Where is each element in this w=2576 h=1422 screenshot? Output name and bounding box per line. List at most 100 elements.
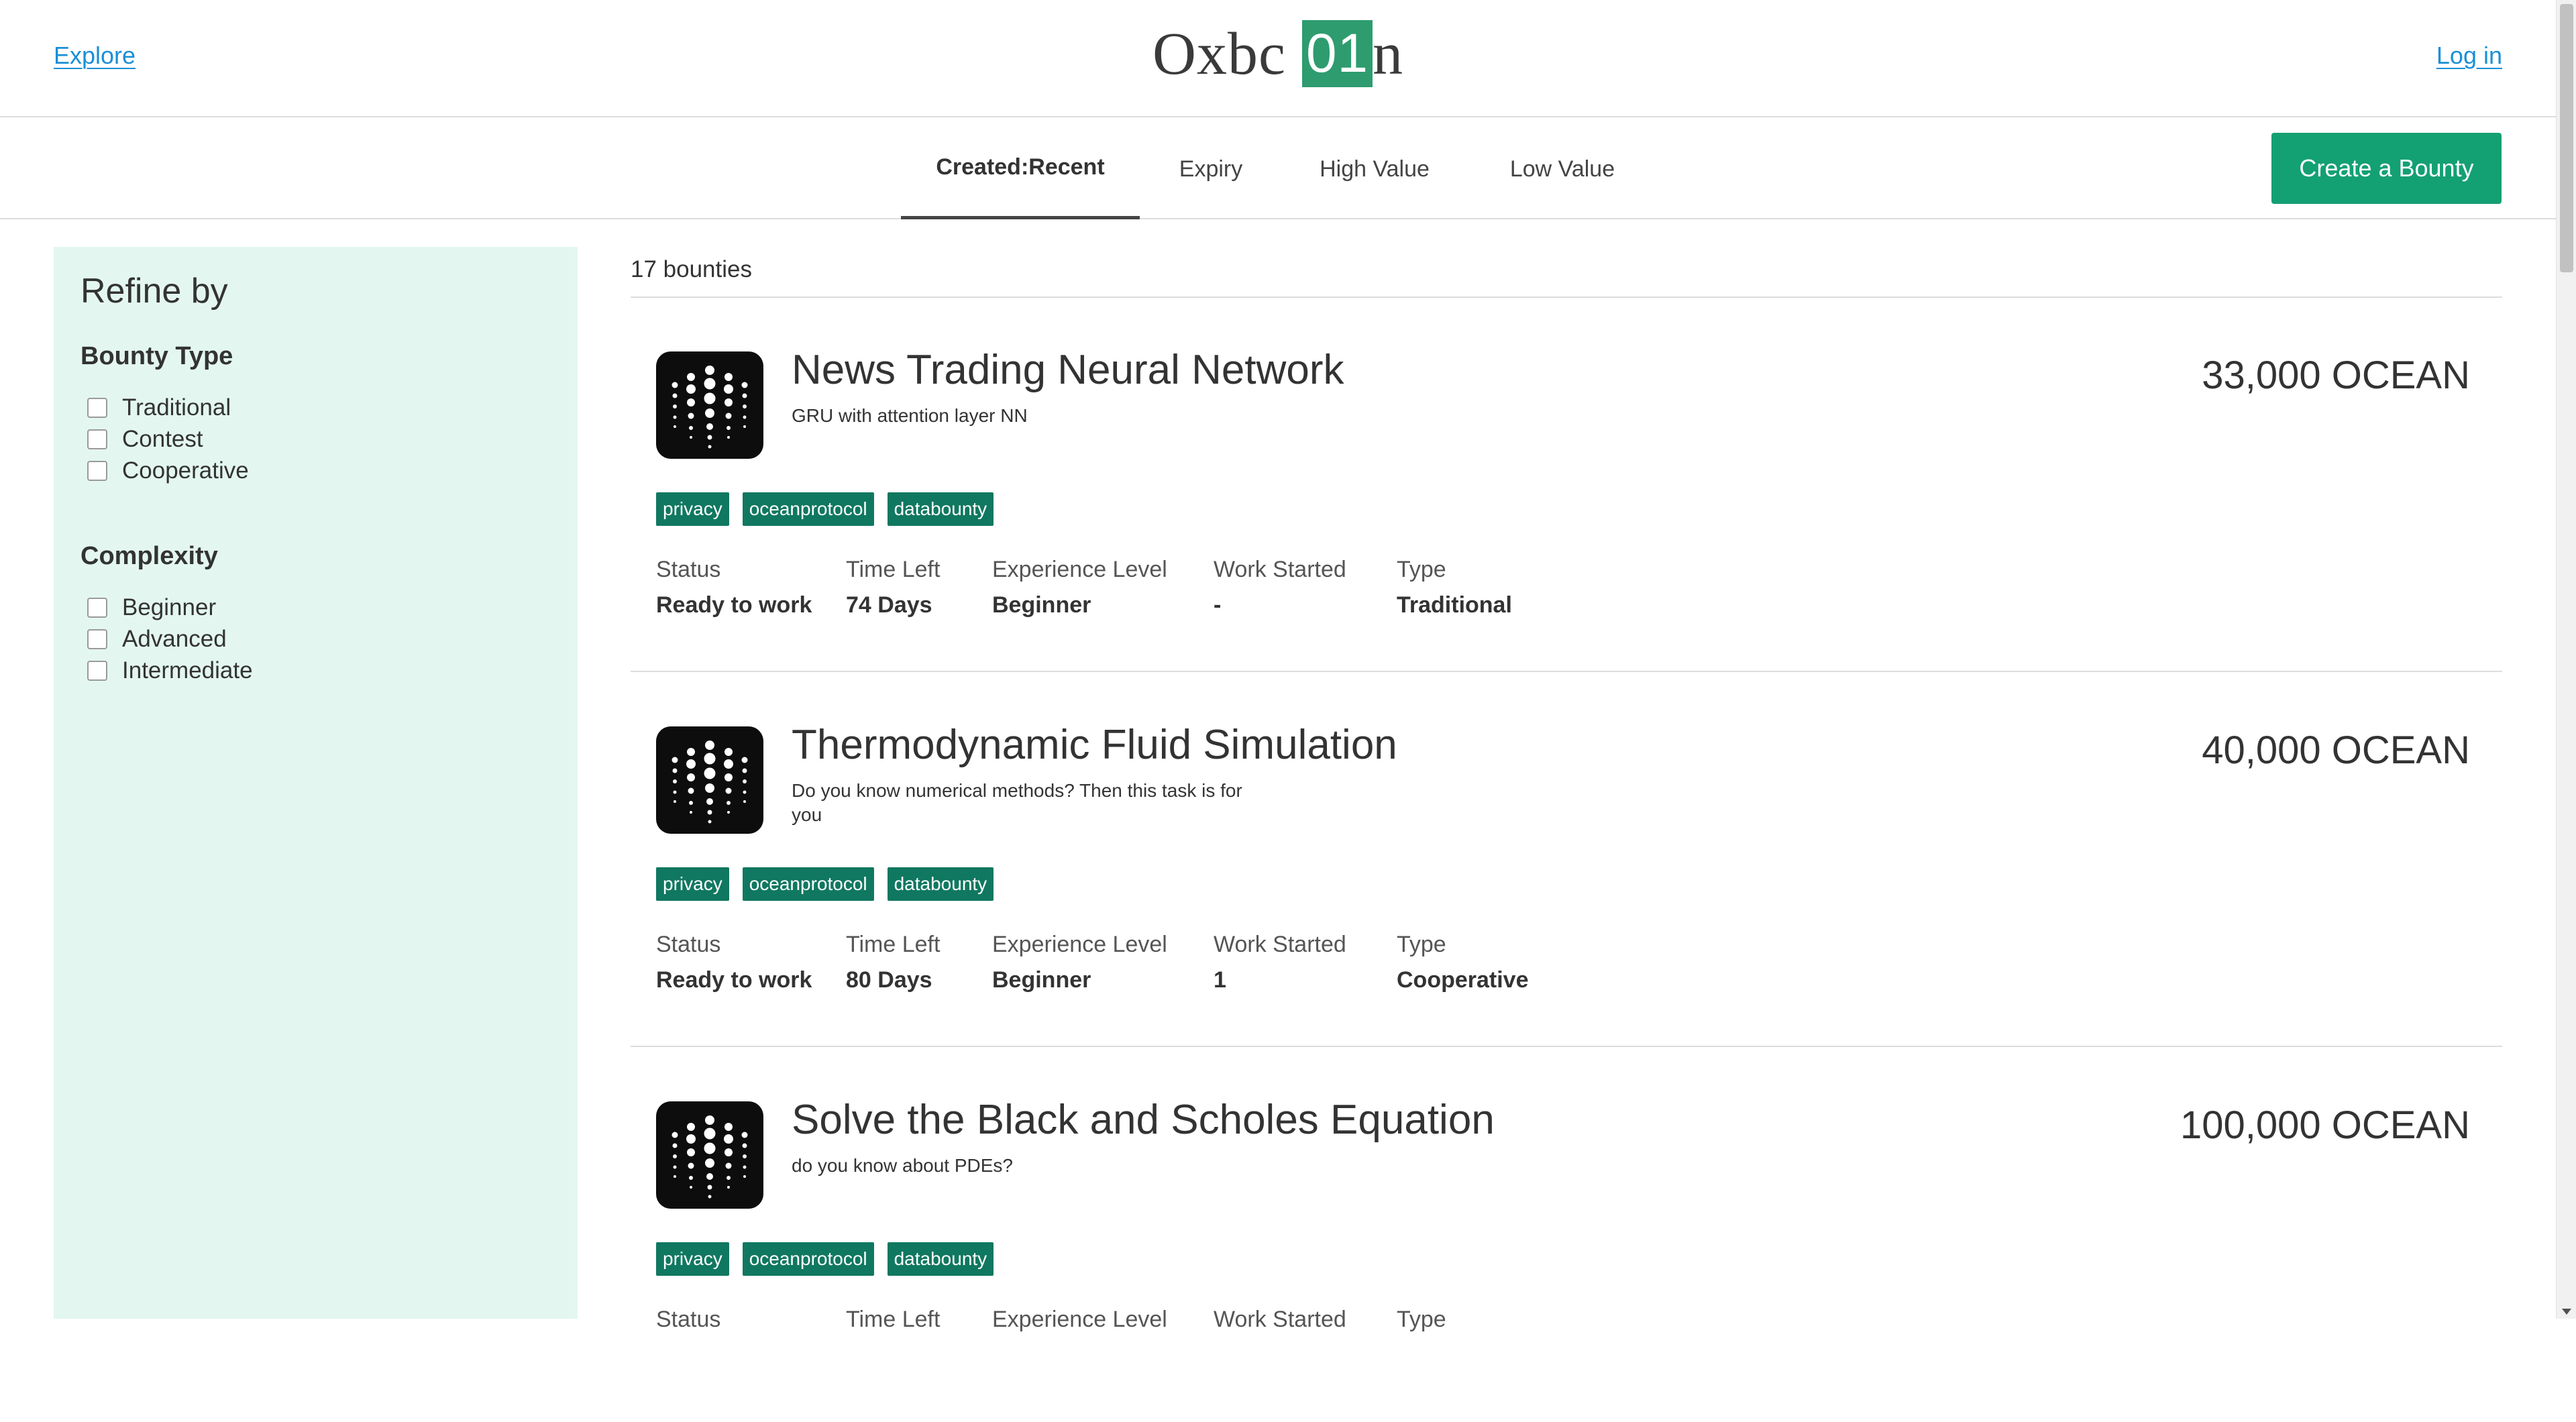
meta-time-left: Time Left — [846, 1307, 940, 1333]
dot — [743, 1165, 747, 1169]
filter-beginner[interactable]: Beginner — [87, 593, 216, 622]
meta-label: Work Started — [1214, 1307, 1346, 1332]
tag[interactable]: oceanprotocol — [742, 1242, 874, 1276]
meta-label: Time Left — [846, 932, 941, 957]
dot — [742, 393, 747, 398]
dot — [686, 1134, 696, 1144]
dot — [689, 426, 693, 430]
tag[interactable]: privacy — [656, 867, 729, 901]
ocean-dots-icon — [656, 726, 763, 834]
filter-advanced[interactable]: Advanced — [87, 624, 227, 654]
dot — [672, 768, 678, 773]
logo-text: Oxbc — [1152, 20, 1286, 87]
meta-status: Status Ready to work — [656, 932, 812, 993]
dot — [687, 1148, 695, 1156]
tag[interactable]: databounty — [887, 1242, 994, 1276]
tag[interactable]: oceanprotocol — [742, 867, 874, 901]
dot — [672, 757, 678, 763]
tag[interactable]: databounty — [887, 867, 994, 901]
top-header: Explore Oxbc 01 n Log in — [0, 0, 2556, 117]
dot — [725, 787, 732, 794]
dot — [690, 811, 692, 814]
results-count: 17 bounties — [631, 256, 752, 282]
checkbox[interactable] — [87, 629, 107, 649]
meta-time-left: Time Left 74 Days — [846, 557, 940, 618]
dot — [674, 1175, 676, 1178]
complexity-heading: Complexity — [80, 542, 218, 570]
ocean-dots-icon — [656, 1101, 763, 1209]
filter-label: Intermediate — [122, 657, 253, 683]
filter-cooperative[interactable]: Cooperative — [87, 456, 249, 486]
meta-type: Type — [1397, 1307, 1446, 1333]
bounty-card[interactable]: News Trading Neural Network GRU with att… — [631, 298, 2502, 672]
create-bounty-button[interactable]: Create a Bounty — [2271, 133, 2502, 204]
dot — [687, 748, 695, 756]
site-logo[interactable]: Oxbc 01 n — [1152, 19, 1403, 89]
meta-work-started: Work Started 1 — [1214, 932, 1346, 993]
bounty-description: do you know about PDEs? — [792, 1155, 1013, 1176]
dot — [704, 753, 716, 765]
filter-traditional[interactable]: Traditional — [87, 393, 231, 423]
sort-tab-low-value[interactable]: Low Value — [1491, 119, 1634, 219]
dot — [704, 1142, 716, 1154]
filter-contest[interactable]: Contest — [87, 425, 203, 454]
bounty-card[interactable]: Solve the Black and Scholes Equation do … — [631, 1048, 2502, 1422]
dot — [687, 773, 695, 781]
ocean-dots-graphic — [672, 366, 748, 449]
scrollbar-thumb[interactable] — [2560, 4, 2573, 272]
dot — [741, 382, 748, 388]
dot — [672, 382, 678, 388]
bounty-title[interactable]: Thermodynamic Fluid Simulation — [792, 721, 1397, 769]
refine-sidebar: Refine by Bounty Type Traditional Contes… — [54, 247, 578, 1319]
bounty-card[interactable]: Thermodynamic Fluid Simulation Do you kn… — [631, 673, 2502, 1047]
sort-tab-expiry[interactable]: Expiry — [1161, 119, 1261, 219]
tag[interactable]: databounty — [887, 492, 994, 526]
tag[interactable]: privacy — [656, 1242, 729, 1276]
dot — [727, 1176, 731, 1180]
tag[interactable]: oceanprotocol — [742, 492, 874, 526]
dot — [673, 415, 677, 419]
dot — [673, 779, 677, 783]
checkbox[interactable] — [87, 461, 107, 481]
filter-label: Contest — [122, 426, 203, 452]
explore-link[interactable]: Explore — [54, 42, 136, 70]
refine-title: Refine by — [80, 272, 228, 311]
dot — [725, 413, 732, 419]
filter-intermediate[interactable]: Intermediate — [87, 656, 253, 686]
dot — [705, 783, 714, 793]
tag-list: privacy oceanprotocol databounty — [656, 867, 994, 901]
dot — [727, 436, 730, 439]
bounty-title[interactable]: Solve the Black and Scholes Equation — [792, 1096, 1495, 1144]
ocean-dots-graphic — [672, 1115, 748, 1199]
checkbox[interactable] — [87, 429, 107, 449]
bounty-description: GRU with attention layer NN — [792, 405, 1028, 426]
dot — [743, 800, 746, 803]
dot — [742, 768, 747, 773]
vertical-scrollbar[interactable] — [2556, 0, 2576, 1319]
scroll-down-arrow-icon[interactable] — [2562, 1309, 2571, 1315]
checkbox[interactable] — [87, 398, 107, 418]
bounty-title[interactable]: News Trading Neural Network — [792, 346, 1344, 394]
meta-label: Experience Level — [992, 932, 1167, 957]
checkbox[interactable] — [87, 661, 107, 681]
sort-tab-high-value[interactable]: High Value — [1303, 119, 1446, 219]
meta-label: Type — [1397, 1307, 1446, 1332]
dot — [724, 384, 733, 394]
checkbox[interactable] — [87, 598, 107, 618]
tag[interactable]: privacy — [656, 492, 729, 526]
dot — [741, 1132, 748, 1138]
dot — [706, 798, 713, 805]
dot — [743, 779, 747, 783]
meta-experience: Experience Level Beginner — [992, 932, 1167, 993]
meta-type: Type Cooperative — [1397, 932, 1529, 993]
login-link[interactable]: Log in — [2436, 42, 2502, 70]
meta-experience: Experience Level Beginner — [992, 557, 1167, 618]
dot — [724, 773, 733, 781]
dot — [705, 366, 714, 375]
meta-label: Status — [656, 932, 721, 957]
bounty-reward: 100,000 OCEAN — [2180, 1103, 2470, 1147]
dot — [690, 1186, 692, 1189]
ocean-dots-icon — [656, 351, 763, 459]
dot — [727, 1186, 730, 1189]
sort-tab-created-recent[interactable]: Created:Recent — [901, 119, 1140, 219]
